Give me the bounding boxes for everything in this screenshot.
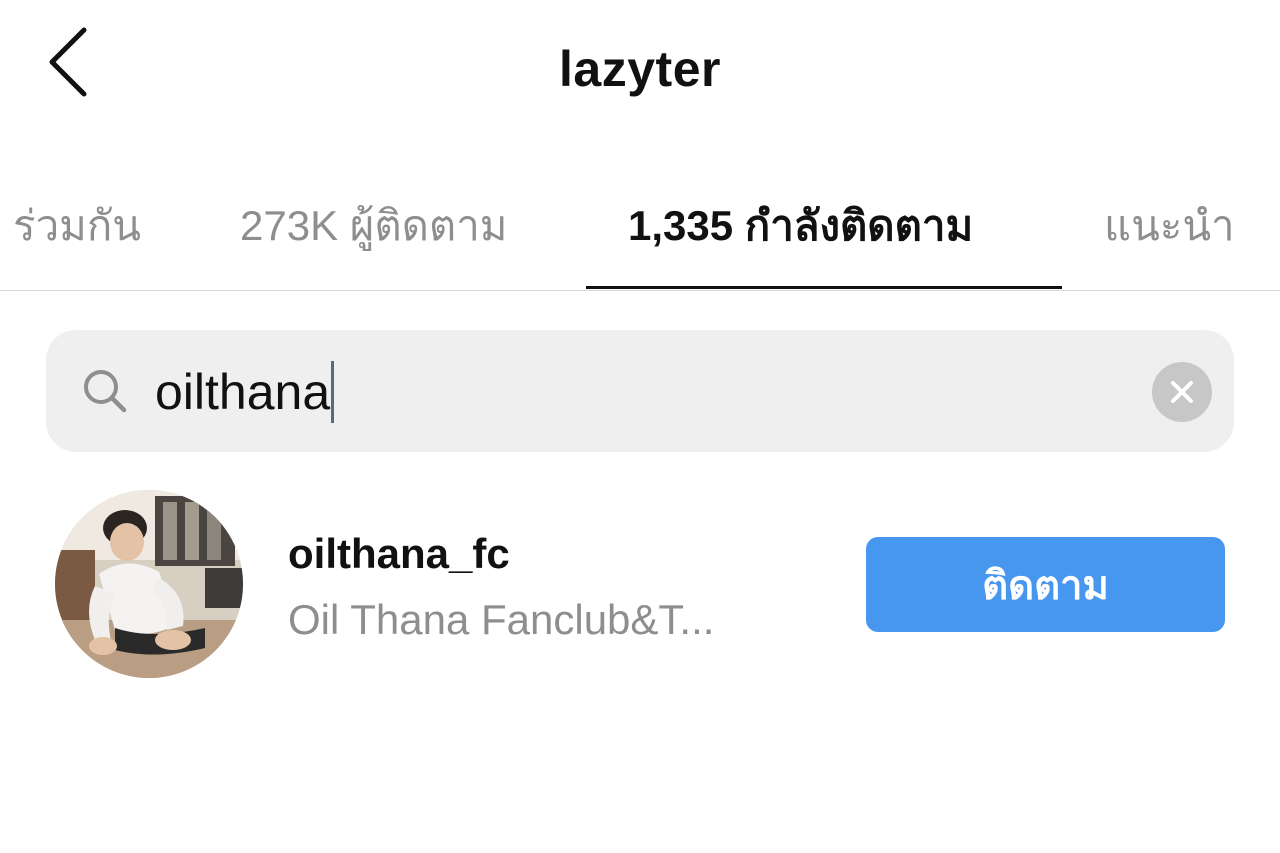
avatar[interactable] bbox=[55, 490, 243, 678]
clear-search-button[interactable] bbox=[1152, 362, 1212, 422]
tab-bar: 3 ร่วมกัน 273K ผู้ติดตาม 1,335 กำลังติดต… bbox=[0, 175, 1280, 291]
avatar-photo bbox=[55, 490, 243, 678]
search-icon bbox=[84, 370, 127, 413]
result-username[interactable]: oilthana_fc bbox=[288, 530, 510, 578]
tab-suggested[interactable]: แนะนำ bbox=[1104, 193, 1235, 253]
search-result-row[interactable]: oilthana_fc Oil Thana Fanclub&T... ติดตา… bbox=[0, 480, 1280, 690]
tab-following[interactable]: 1,335 กำลังติดตาม bbox=[628, 193, 973, 253]
text-caret bbox=[331, 361, 335, 423]
following-list-screen: lazyter 3 ร่วมกัน 273K ผู้ติดตาม 1,335 ก… bbox=[0, 0, 1280, 853]
header: lazyter bbox=[0, 0, 1280, 140]
search-input[interactable]: oilthana bbox=[155, 360, 1055, 424]
search-query-text: oilthana bbox=[155, 364, 331, 420]
active-tab-indicator bbox=[586, 286, 1062, 289]
result-full-name: Oil Thana Fanclub&T... bbox=[288, 596, 715, 643]
tab-mutual[interactable]: 3 ร่วมกัน bbox=[0, 193, 141, 253]
page-title: lazyter bbox=[559, 41, 721, 97]
follow-button[interactable]: ติดตาม bbox=[866, 537, 1225, 632]
clear-icon bbox=[1171, 381, 1193, 403]
tab-followers[interactable]: 273K ผู้ติดตาม bbox=[240, 193, 507, 253]
